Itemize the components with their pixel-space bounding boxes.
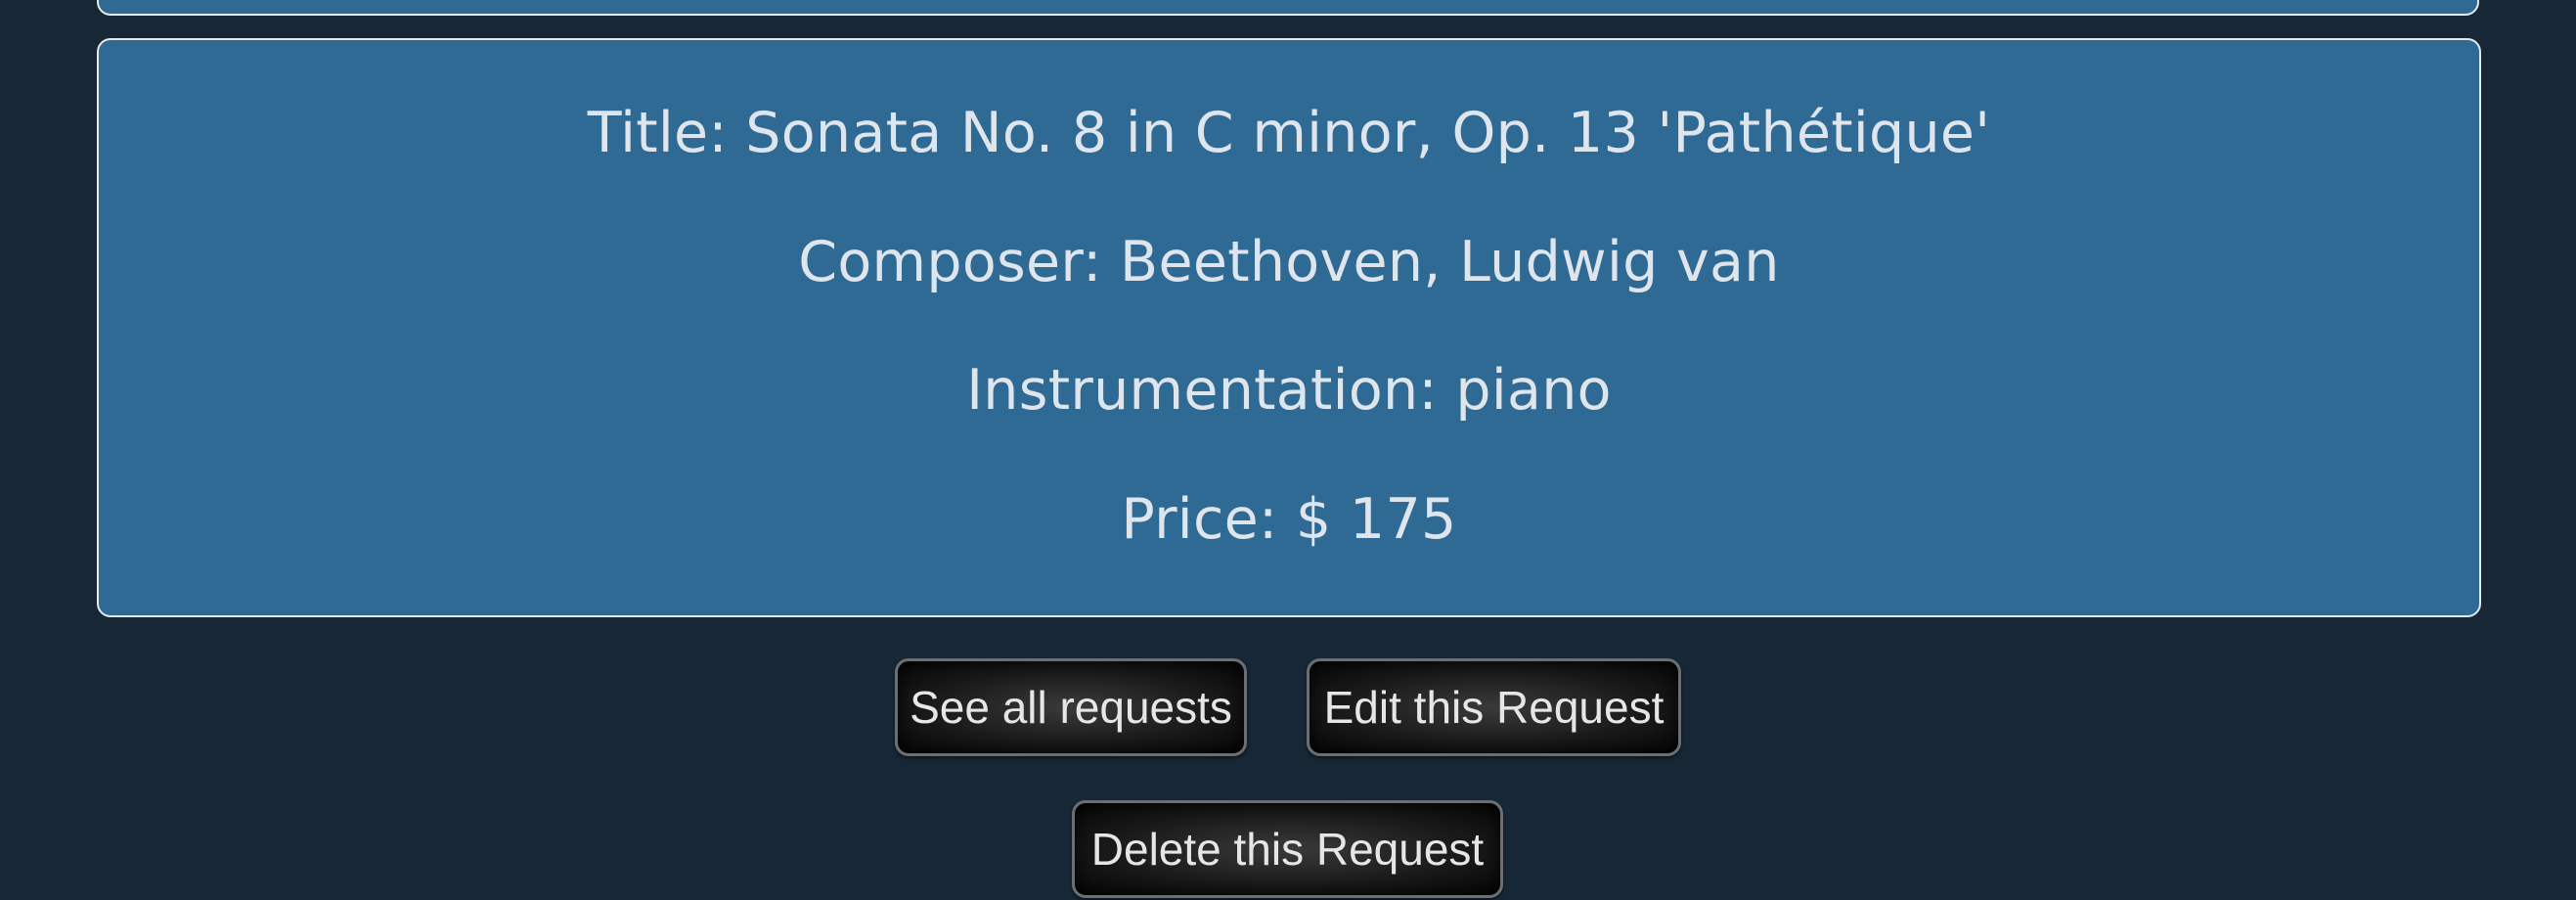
composer-label: Composer: (798, 230, 1121, 294)
title-value: Sonata No. 8 in C minor, Op. 13 'Pathéti… (745, 101, 1991, 165)
request-details-card: Title: Sonata No. 8 in C minor, Op. 13 '… (97, 38, 2481, 617)
instrumentation-value: piano (1455, 358, 1612, 423)
instrumentation-label: Instrumentation: (966, 358, 1456, 423)
title-label: Title: (587, 101, 746, 165)
edit-request-button[interactable]: Edit this Request (1307, 658, 1681, 756)
see-all-requests-button[interactable]: See all requests (895, 658, 1247, 756)
composer-value: Beethoven, Ludwig van (1120, 230, 1780, 294)
price-value: $ 175 (1295, 487, 1457, 552)
request-title-row: Title: Sonata No. 8 in C minor, Op. 13 '… (99, 99, 2479, 167)
request-instrumentation-row: Instrumentation: piano (99, 356, 2479, 425)
price-label: Price: (1121, 487, 1296, 552)
request-price-row: Price: $ 175 (99, 485, 2479, 554)
delete-request-button[interactable]: Delete this Request (1072, 800, 1503, 898)
request-composer-row: Composer: Beethoven, Ludwig van (99, 228, 2479, 296)
previous-request-card (97, 0, 2479, 16)
